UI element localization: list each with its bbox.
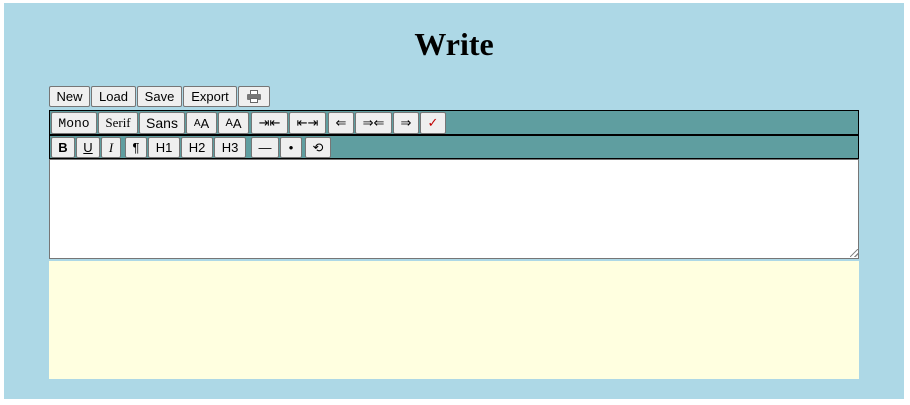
underline-button[interactable]: U xyxy=(76,137,100,158)
printer-icon xyxy=(247,90,261,103)
heading1-button[interactable]: H1 xyxy=(148,137,180,158)
load-button[interactable]: Load xyxy=(91,86,136,107)
style-toolbar: B U I ¶ H1 H2 H3 — • ⟲ xyxy=(49,135,859,159)
paragraph-button[interactable]: ¶ xyxy=(125,137,147,158)
new-button[interactable]: New xyxy=(49,86,90,107)
preview-pane xyxy=(49,261,859,379)
heading3-button[interactable]: H3 xyxy=(214,137,246,158)
align-left-button[interactable]: ⇐ xyxy=(328,112,354,134)
font-size-decrease-button[interactable]: AA xyxy=(218,112,249,134)
save-button[interactable]: Save xyxy=(137,86,182,107)
page-title: Write xyxy=(414,26,494,62)
font-serif-button[interactable]: Serif xyxy=(98,112,138,134)
font-size-increase-big-a: A xyxy=(200,115,210,131)
export-button[interactable]: Export xyxy=(183,86,237,107)
undo-button[interactable]: ⟲ xyxy=(305,137,331,158)
indent-button[interactable]: ⇥⇤ xyxy=(251,112,288,134)
print-button[interactable] xyxy=(238,86,270,107)
font-size-decrease-small-a: A xyxy=(225,117,233,129)
heading2-button[interactable]: H2 xyxy=(181,137,213,158)
font-sans-button[interactable]: Sans xyxy=(139,112,185,134)
bullet-list-button[interactable]: • xyxy=(280,137,302,158)
align-center-button[interactable]: ⇒⇐ xyxy=(355,112,392,134)
font-size-increase-small-a: A xyxy=(193,117,201,129)
format-toolbar: Mono Serif Sans AA AA ⇥⇤ ⇤⇥ ⇐ ⇒⇐ ⇒ ✓ xyxy=(49,110,859,135)
horizontal-rule-button[interactable]: — xyxy=(251,137,279,158)
font-mono-button[interactable]: Mono xyxy=(51,112,97,134)
outdent-button[interactable]: ⇤⇥ xyxy=(289,112,326,134)
spellcheck-button[interactable]: ✓ xyxy=(420,112,446,134)
font-size-increase-button[interactable]: AA xyxy=(186,112,217,134)
resize-grip-icon[interactable] xyxy=(850,249,858,257)
bold-button[interactable]: B xyxy=(51,137,75,158)
app-window: Write New Load Save Export Mono Serif Sa… xyxy=(4,3,904,399)
editor-textarea[interactable] xyxy=(49,159,859,259)
font-size-decrease-big-a: A xyxy=(232,115,242,131)
italic-button[interactable]: I xyxy=(101,137,121,158)
align-right-button[interactable]: ⇒ xyxy=(393,112,419,134)
